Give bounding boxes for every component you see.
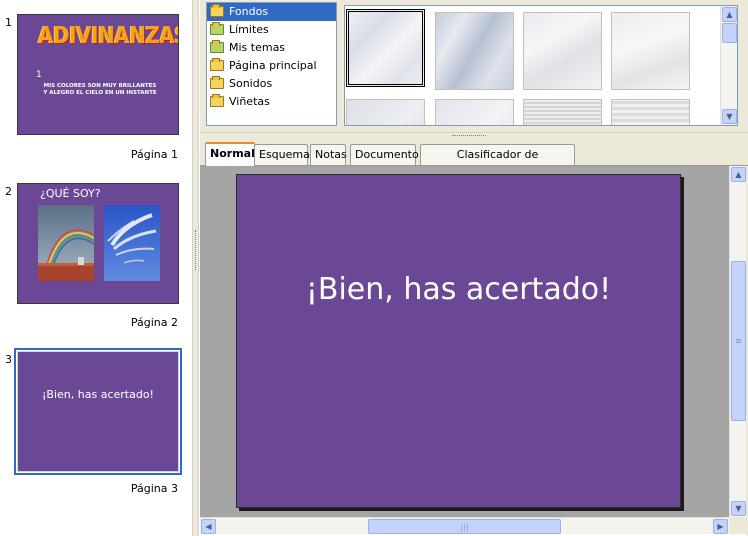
slide-1-body: MIS COLORES SON MUY BRILLANTES Y ALEGRO … bbox=[28, 83, 172, 97]
texture-thumbnail[interactable] bbox=[523, 12, 602, 90]
slide-thumbnail-1[interactable]: ADIVINANZAS 1 MIS COLORES SON MUY BRILLA… bbox=[17, 14, 179, 135]
theme-item-vinetas[interactable]: Viñetas bbox=[207, 93, 336, 111]
slide-edit-area[interactable]: ¡Bien, has acertado! bbox=[200, 166, 729, 517]
tab-notas[interactable]: Notas bbox=[310, 144, 347, 165]
texture-thumbnail[interactable] bbox=[346, 99, 425, 125]
theme-item-mis-temas[interactable]: Mis temas bbox=[207, 39, 336, 57]
folder-icon bbox=[210, 40, 224, 53]
slide-panel: 1 ADIVINANZAS 1 MIS COLORES SON MUY BRIL… bbox=[0, 0, 192, 536]
tab-esquema[interactable]: Esquema bbox=[254, 144, 310, 165]
vertical-scrollbar[interactable]: ▲ ≡ ▼ bbox=[729, 166, 746, 517]
gallery-scrollbar[interactable]: ▲ ▼ bbox=[720, 6, 737, 125]
tab-normal[interactable]: Normal bbox=[205, 142, 255, 166]
page-label: Página 1 bbox=[130, 148, 178, 161]
slide-thumbnail-2[interactable]: ¿QUÉ SOY? bbox=[17, 183, 179, 304]
arrow-right-icon[interactable]: ▶ bbox=[713, 519, 728, 534]
slide-number: 3 bbox=[5, 353, 12, 366]
texture-thumbnail[interactable] bbox=[346, 9, 425, 87]
slide-1-body-line: MIS COLORES SON MUY BRILLANTES bbox=[43, 83, 157, 89]
theme-item-label: Viñetas bbox=[229, 95, 270, 108]
texture-thumbnail[interactable] bbox=[435, 99, 514, 125]
arrow-down-icon[interactable]: ▼ bbox=[731, 501, 746, 516]
scrollbar-corner bbox=[729, 517, 746, 534]
texture-thumbnail[interactable] bbox=[611, 99, 690, 125]
texture-thumbnail[interactable] bbox=[435, 12, 514, 90]
slide-text[interactable]: ¡Bien, has acertado! bbox=[237, 272, 680, 307]
theme-item-label: Límites bbox=[229, 23, 269, 36]
theme-item-pagina-principal[interactable]: Página principal bbox=[207, 57, 336, 75]
scrollbar-thumb[interactable]: ||| bbox=[368, 519, 561, 534]
grip-icon: ||| bbox=[460, 522, 469, 531]
current-slide[interactable]: ¡Bien, has acertado! bbox=[236, 174, 681, 508]
slide-number: 1 bbox=[5, 16, 12, 29]
tab-clasificador-diapositivas[interactable]: Clasificador de diapositivas bbox=[420, 144, 575, 180]
horizontal-scrollbar[interactable]: ◀ ||| ▶ bbox=[200, 517, 729, 534]
arrow-left-icon[interactable]: ◀ bbox=[201, 519, 216, 534]
tab-documento[interactable]: Documento bbox=[350, 144, 419, 165]
splitter-grip[interactable] bbox=[195, 230, 197, 270]
slide-3-text: ¡Bien, has acertado! bbox=[42, 388, 154, 401]
folder-icon bbox=[210, 58, 224, 71]
arrow-up-icon[interactable]: ▲ bbox=[731, 167, 746, 182]
scrollbar-thumb[interactable]: ≡ bbox=[731, 261, 746, 421]
folder-icon bbox=[210, 22, 224, 35]
scrollbar-thumb[interactable] bbox=[722, 23, 737, 43]
theme-item-label: Mis temas bbox=[229, 41, 286, 54]
page-label: Página 3 bbox=[130, 482, 178, 495]
grip-icon: ≡ bbox=[735, 336, 742, 346]
theme-item-limites[interactable]: Límites bbox=[207, 21, 336, 39]
theme-item-label: Sonidos bbox=[229, 77, 273, 90]
splitter-grip[interactable] bbox=[452, 135, 486, 137]
slide-1-body-line: Y ALEGRO EL CIELO EN UN INSTANTE bbox=[43, 90, 157, 96]
slide-1-item-number: 1 bbox=[36, 70, 42, 80]
gallery-theme-list[interactable]: Fondos Límites Mis temas Página principa… bbox=[206, 2, 337, 126]
arrow-up-icon[interactable]: ▲ bbox=[722, 7, 737, 22]
slide-1-title: ADIVINANZAS bbox=[38, 21, 179, 49]
page-label: Página 2 bbox=[130, 316, 178, 329]
rainbow-photo bbox=[38, 205, 94, 281]
arrow-down-icon[interactable]: ▼ bbox=[722, 109, 737, 124]
gallery-textures: ▲ ▼ bbox=[344, 5, 738, 126]
slide-number: 2 bbox=[5, 185, 12, 198]
clouds-photo bbox=[104, 205, 160, 281]
theme-item-label: Página principal bbox=[229, 59, 317, 72]
gallery-panel: Fondos Límites Mis temas Página principa… bbox=[200, 0, 748, 132]
view-tab-bar: Normal Esquema Notas Documento Clasifica… bbox=[200, 138, 748, 180]
texture-thumbnail[interactable] bbox=[523, 99, 602, 125]
texture-thumbnail[interactable] bbox=[611, 12, 690, 90]
folder-icon bbox=[210, 76, 224, 89]
slide-thumbnail-3[interactable]: ¡Bien, has acertado! bbox=[14, 348, 182, 475]
theme-item-fondos[interactable]: Fondos bbox=[207, 3, 336, 21]
slide-2-title: ¿QUÉ SOY? bbox=[40, 187, 101, 200]
theme-item-sonidos[interactable]: Sonidos bbox=[207, 75, 336, 93]
folder-icon bbox=[210, 4, 224, 17]
folder-icon bbox=[210, 94, 224, 107]
theme-item-label: Fondos bbox=[229, 5, 269, 18]
panel-splitter[interactable] bbox=[192, 0, 199, 536]
